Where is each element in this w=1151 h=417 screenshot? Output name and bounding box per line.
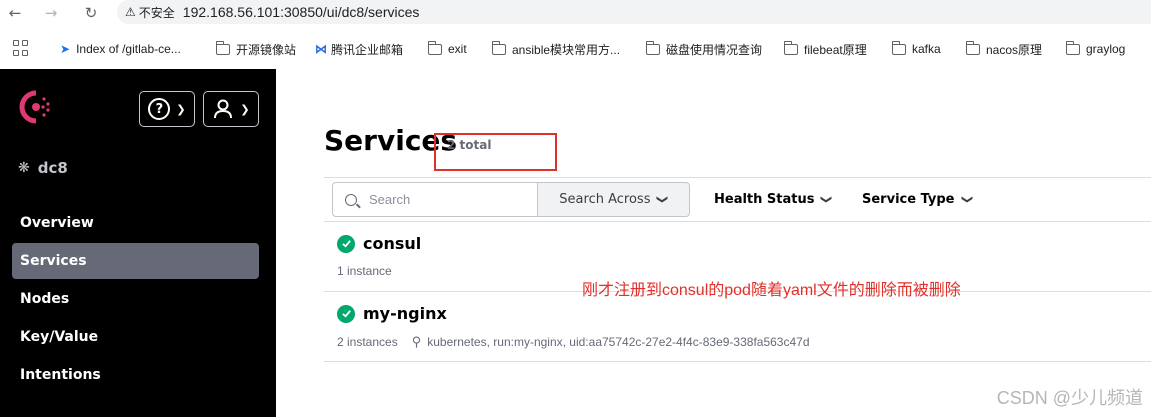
browser-toolbar: ← → ↻ ⚠ 不安全 192.168.56.101:30850/ui/dc8/… xyxy=(0,0,1151,26)
folder-icon xyxy=(783,40,798,55)
datacenter-icon: ❋ xyxy=(18,160,30,176)
forward-arrow-icon[interactable]: → xyxy=(40,2,62,24)
search-icon xyxy=(345,193,357,206)
passing-check-icon xyxy=(337,304,355,323)
folder-icon xyxy=(965,40,980,55)
service-type-dropdown[interactable]: Service Type ❯ xyxy=(862,182,974,217)
bookmark-item[interactable]: kafka xyxy=(891,40,941,58)
help-icon: ? xyxy=(148,98,171,120)
bookmark-item[interactable]: 开源镜像站 xyxy=(215,40,296,58)
datacenter-selector[interactable]: ❋ dc8 xyxy=(18,159,68,177)
security-indicator[interactable]: ⚠ 不安全 xyxy=(125,4,183,21)
chevron-down-icon: ❯ xyxy=(960,194,974,205)
chevron-down-icon: ❯ xyxy=(176,102,186,116)
instance-count: 2 instances xyxy=(337,335,398,349)
security-label: 不安全 xyxy=(138,5,175,20)
bookmark-item[interactable]: filebeat原理 xyxy=(783,40,867,58)
search-across-dropdown[interactable]: Search Across ❯ xyxy=(538,182,690,217)
sidebar: ? ❯ ❯ ❋ dc8 Overview Services Nodes Key/… xyxy=(0,69,276,417)
chevron-down-icon: ❯ xyxy=(656,194,670,205)
folder-icon xyxy=(491,40,506,55)
apps-grid-icon[interactable] xyxy=(13,40,29,56)
folder-icon xyxy=(645,40,660,55)
bookmark-item[interactable]: nacos原理 xyxy=(965,40,1042,58)
sidebar-item-overview[interactable]: Overview xyxy=(12,205,259,241)
search-input[interactable] xyxy=(369,192,519,207)
health-status-dropdown[interactable]: Health Status ❯ xyxy=(714,182,834,217)
highlight-box xyxy=(434,133,557,171)
instance-count: 1 instance xyxy=(337,264,392,278)
folder-icon xyxy=(215,40,230,55)
bookmark-item[interactable]: ansible模块常用方... xyxy=(491,40,620,58)
reload-icon[interactable]: ↻ xyxy=(80,2,102,24)
sidebar-item-services[interactable]: Services xyxy=(12,243,259,279)
address-bar[interactable]: ⚠ 不安全 192.168.56.101:30850/ui/dc8/servic… xyxy=(117,0,1151,24)
folder-icon xyxy=(427,40,442,55)
chevron-down-icon: ❯ xyxy=(240,102,250,116)
datacenter-label: dc8 xyxy=(37,159,68,177)
service-name[interactable]: consul xyxy=(363,234,421,253)
watermark: CSDN @少儿频道 xyxy=(996,388,1143,408)
url-text[interactable]: 192.168.56.101:30850/ui/dc8/services xyxy=(183,4,420,20)
chevron-down-icon: ❯ xyxy=(820,194,834,205)
consul-logo-icon[interactable] xyxy=(18,89,54,125)
search-field[interactable] xyxy=(332,182,538,217)
help-menu-button[interactable]: ? ❯ xyxy=(139,91,195,127)
annotation-text: 刚才注册到consul的pod随着yaml文件的删除而被删除 xyxy=(582,282,961,299)
service-name[interactable]: my-nginx xyxy=(363,304,447,323)
tag-icon: ⚲ xyxy=(411,334,422,349)
mail-icon: ⋈ xyxy=(315,42,327,56)
service-row[interactable]: my-nginx 2 instances ⚲ kubernetes, run:m… xyxy=(324,292,1151,362)
folder-icon xyxy=(891,40,906,55)
bookmark-item[interactable]: 磁盘使用情况查询 xyxy=(645,40,762,58)
gitlab-icon: ➤ xyxy=(60,42,71,56)
sidebar-item-intentions[interactable]: Intentions xyxy=(12,357,259,393)
passing-check-icon xyxy=(337,234,355,253)
sidebar-item-key-value[interactable]: Key/Value xyxy=(12,319,259,355)
user-menu-button[interactable]: ❯ xyxy=(203,91,259,127)
bookmark-item[interactable]: ⋈ 腾讯企业邮箱 xyxy=(315,40,403,58)
back-arrow-icon[interactable]: ← xyxy=(4,2,26,24)
user-icon xyxy=(214,99,233,119)
bookmark-item[interactable]: graylog xyxy=(1065,40,1125,58)
bookmark-item[interactable]: ➤ Index of /gitlab-ce... xyxy=(60,40,181,58)
service-tags: kubernetes, run:my-nginx, uid:aa75742c-2… xyxy=(427,335,810,349)
folder-icon xyxy=(1065,40,1080,55)
bookmark-item[interactable]: exit xyxy=(427,40,467,58)
sidebar-item-nodes[interactable]: Nodes xyxy=(12,281,259,317)
warning-icon: ⚠ xyxy=(125,5,136,19)
